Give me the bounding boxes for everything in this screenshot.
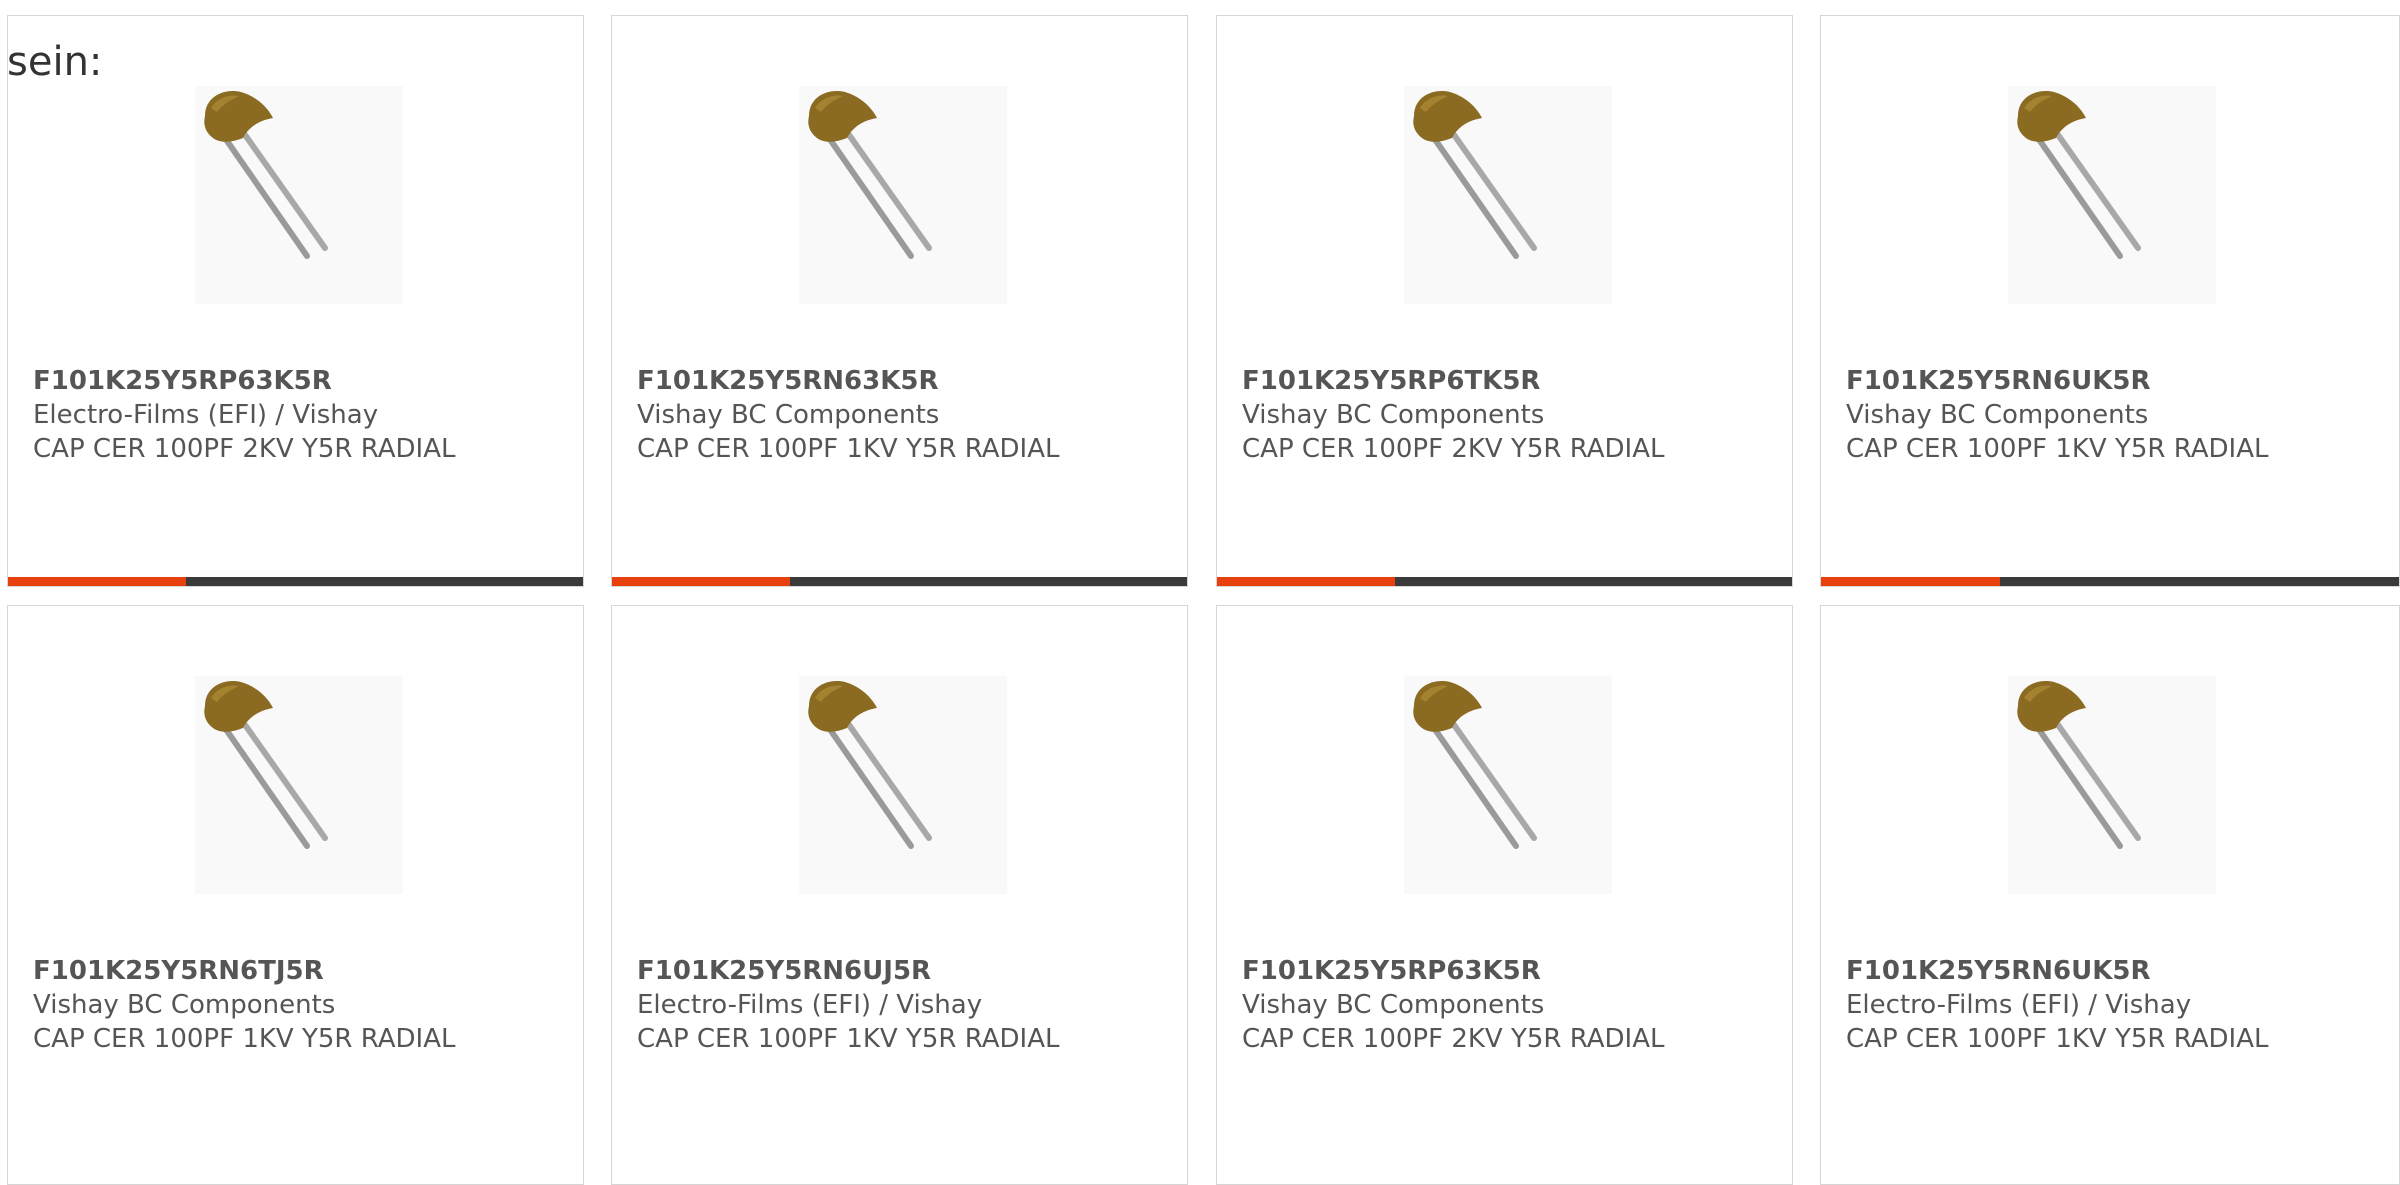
ceramic-capacitor-icon [1404,86,1612,304]
product-card[interactable]: F101K25Y5RN6UK5R Electro-Films (EFI) / V… [1820,605,2400,1185]
description: CAP CER 100PF 2KV Y5R RADIAL [33,434,456,464]
manufacturer: Electro-Films (EFI) / Vishay [1846,990,2192,1020]
product-card[interactable]: F101K25Y5RP6TK5R Vishay BC Components CA… [1216,15,1793,587]
progress-bar [8,577,583,586]
ceramic-capacitor-icon [195,676,403,894]
manufacturer: Vishay BC Components [637,400,940,430]
manufacturer: Vishay BC Components [1846,400,2149,430]
ceramic-capacitor-icon [1404,676,1612,894]
description: CAP CER 100PF 1KV Y5R RADIAL [33,1024,456,1054]
manufacturer: Vishay BC Components [33,990,336,1020]
description: CAP CER 100PF 1KV Y5R RADIAL [1846,434,2269,464]
part-number[interactable]: F101K25Y5RN6UJ5R [637,954,1177,988]
progress-bar-fill [8,577,187,586]
product-card[interactable]: F101K25Y5RP63K5R Electro-Films (EFI) / V… [7,15,584,587]
description: CAP CER 100PF 1KV Y5R RADIAL [637,1024,1060,1054]
product-card[interactable]: F101K25Y5RN6UK5R Vishay BC Components CA… [1820,15,2400,587]
description: CAP CER 100PF 1KV Y5R RADIAL [1846,1024,2269,1054]
ceramic-capacitor-icon [799,676,1007,894]
description: CAP CER 100PF 1KV Y5R RADIAL [637,434,1060,464]
ceramic-capacitor-icon [2008,676,2216,894]
ceramic-capacitor-icon [2008,86,2216,304]
progress-bar [1821,577,2399,586]
ceramic-capacitor-icon [799,86,1007,304]
manufacturer: Vishay BC Components [1242,400,1545,430]
part-number[interactable]: F101K25Y5RP6TK5R [1242,364,1782,398]
product-card[interactable]: F101K25Y5RN63K5R Vishay BC Components CA… [611,15,1188,587]
description: CAP CER 100PF 2KV Y5R RADIAL [1242,1024,1665,1054]
intro-text: sein: [7,39,103,85]
product-card[interactable]: F101K25Y5RP63K5R Vishay BC Components CA… [1216,605,1793,1185]
part-number[interactable]: F101K25Y5RN6UK5R [1846,954,2386,988]
progress-bar [612,577,1187,586]
product-grid: F101K25Y5RP63K5R Electro-Films (EFI) / V… [0,0,2400,1185]
product-card[interactable]: F101K25Y5RN6UJ5R Electro-Films (EFI) / V… [611,605,1188,1185]
manufacturer: Electro-Films (EFI) / Vishay [33,400,379,430]
part-number[interactable]: F101K25Y5RN63K5R [637,364,1177,398]
manufacturer: Vishay BC Components [1242,990,1545,1020]
part-number[interactable]: F101K25Y5RN6UK5R [1846,364,2386,398]
part-number[interactable]: F101K25Y5RP63K5R [1242,954,1782,988]
product-card[interactable]: F101K25Y5RN6TJ5R Vishay BC Components CA… [7,605,584,1185]
progress-bar-fill [1217,577,1396,586]
progress-bar [1217,577,1792,586]
part-number[interactable]: F101K25Y5RN6TJ5R [33,954,573,988]
progress-bar-fill [1821,577,2001,586]
description: CAP CER 100PF 2KV Y5R RADIAL [1242,434,1665,464]
part-number[interactable]: F101K25Y5RP63K5R [33,364,573,398]
manufacturer: Electro-Films (EFI) / Vishay [637,990,983,1020]
ceramic-capacitor-icon [195,86,403,304]
progress-bar-fill [612,577,791,586]
